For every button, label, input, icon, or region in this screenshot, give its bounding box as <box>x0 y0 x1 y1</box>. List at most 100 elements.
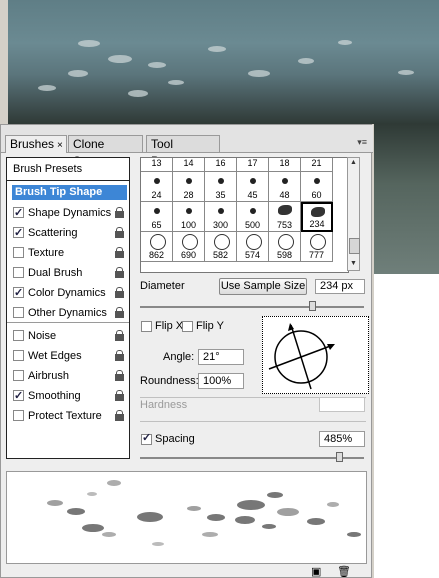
lock-icon[interactable] <box>115 350 124 361</box>
brush-tip-cell[interactable]: 35 <box>205 172 237 202</box>
brush-tip-cell[interactable]: 777 <box>301 232 333 262</box>
shape-dynamics-checkbox[interactable] <box>13 204 24 222</box>
brush-size-label: 862 <box>148 250 165 260</box>
option-airbrush[interactable]: Airbrush <box>7 367 129 385</box>
scroll-up-icon[interactable]: ▲ <box>350 159 357 166</box>
section-divider <box>140 421 366 422</box>
angle-roundness-control[interactable] <box>262 316 369 394</box>
brush-size-label: 24 <box>151 190 162 200</box>
dual-brush-checkbox[interactable] <box>13 267 24 278</box>
brush-tip-cell[interactable]: 48 <box>269 172 301 202</box>
panel-tabbar: Brushes× Clone Source Tool Presets ▾≡ <box>1 125 373 168</box>
flip-y-checkbox[interactable] <box>182 321 193 332</box>
brush-tip-cell[interactable]: 753 <box>269 202 301 232</box>
use-sample-size-button[interactable]: Use Sample Size <box>219 278 307 295</box>
option-color-dynamics[interactable]: Color Dynamics <box>7 284 129 302</box>
panel-divider <box>372 124 374 578</box>
smoothing-checkbox[interactable] <box>13 387 24 405</box>
diameter-field[interactable]: 234 px <box>315 279 365 294</box>
lock-icon[interactable] <box>115 330 124 341</box>
option-scattering[interactable]: Scattering <box>7 224 129 242</box>
lock-icon[interactable] <box>115 370 124 381</box>
scroll-down-icon[interactable]: ▼ <box>350 260 357 267</box>
roundness-label: Roundness: <box>140 375 199 387</box>
brush-tip-cell[interactable]: 500 <box>237 202 269 232</box>
brush-size-label: 28 <box>183 190 194 200</box>
brush-size-label[interactable]: 21 <box>301 158 333 172</box>
diameter-slider[interactable] <box>140 306 364 308</box>
brush-tip-cell[interactable]: 574 <box>237 232 269 262</box>
brush-tip-cell[interactable]: 598 <box>269 232 301 262</box>
airbrush-checkbox[interactable] <box>13 370 24 381</box>
brush-size-label: 35 <box>215 190 226 200</box>
lock-icon[interactable] <box>115 247 124 258</box>
spacing-field[interactable]: 485% <box>319 431 365 447</box>
option-shape-dynamics[interactable]: Shape Dynamics <box>7 204 129 222</box>
texture-checkbox[interactable] <box>13 247 24 258</box>
brush-presets-item[interactable]: Brush Presets <box>7 158 129 181</box>
brush-grid-scrollbar[interactable]: ▲ ▼ <box>347 157 360 271</box>
roundness-field[interactable]: 100% <box>198 373 244 389</box>
angle-field[interactable]: 21° <box>198 349 244 365</box>
lock-icon[interactable] <box>115 267 124 278</box>
option-texture[interactable]: Texture <box>7 244 129 262</box>
color-dynamics-checkbox[interactable] <box>13 284 24 302</box>
option-smoothing[interactable]: Smoothing <box>7 387 129 405</box>
canvas-blank-area <box>372 274 439 578</box>
scroll-thumb[interactable] <box>349 238 360 254</box>
protect-texture-checkbox[interactable] <box>13 410 24 421</box>
brush-size-label[interactable]: 13 <box>141 158 173 172</box>
close-icon[interactable]: × <box>57 140 63 151</box>
brush-tip-shape-item[interactable]: Brush Tip Shape <box>12 185 127 200</box>
tab-tool-presets[interactable]: Tool Presets <box>146 135 220 168</box>
panel-menu-icon[interactable]: ▾≡ <box>357 137 367 148</box>
option-protect-texture[interactable]: Protect Texture <box>7 407 129 425</box>
brush-tip-cell-selected[interactable]: 234 <box>301 202 333 232</box>
spacing-checkbox[interactable] <box>141 431 152 445</box>
option-noise[interactable]: Noise <box>7 327 129 345</box>
lock-icon[interactable] <box>115 287 124 298</box>
brush-size-label[interactable]: 18 <box>269 158 301 172</box>
brush-size-label: 500 <box>244 220 261 230</box>
trash-icon[interactable]: 🗑 <box>337 565 351 578</box>
option-dual-brush[interactable]: Dual Brush <box>7 264 129 282</box>
option-other-dynamics[interactable]: Other Dynamics <box>7 304 129 322</box>
brush-tip-cell[interactable]: 24 <box>141 172 173 202</box>
wet-edges-checkbox[interactable] <box>13 350 24 361</box>
tab-brushes[interactable]: Brushes × <box>5 135 67 153</box>
brush-tip-cell[interactable]: 582 <box>205 232 237 262</box>
tab-clone-source[interactable]: Clone Source <box>68 135 143 168</box>
diameter-slider-knob[interactable] <box>309 301 316 311</box>
new-preset-icon[interactable]: ▣ <box>311 565 321 578</box>
brush-tip-cell[interactable]: 100 <box>173 202 205 232</box>
brush-tip-cell[interactable]: 862 <box>141 232 173 262</box>
lock-icon[interactable] <box>115 390 124 401</box>
brush-stroke-preview <box>6 471 367 564</box>
brush-tip-cell[interactable]: 45 <box>237 172 269 202</box>
brush-size-label[interactable]: 14 <box>173 158 205 172</box>
brush-tip-grid: 13 14 16 17 18 21 24 28 35 45 48 60 65 1… <box>140 157 349 273</box>
spacing-slider[interactable] <box>140 457 364 459</box>
brush-tip-cell[interactable]: 65 <box>141 202 173 232</box>
tab-brushes-label: Brushes <box>10 137 55 151</box>
option-wet-edges[interactable]: Wet Edges <box>7 347 129 365</box>
lock-icon[interactable] <box>115 410 124 421</box>
brush-tip-cell[interactable]: 60 <box>301 172 333 202</box>
brush-size-label: 65 <box>151 220 162 230</box>
brush-size-label[interactable]: 17 <box>237 158 269 172</box>
scattering-checkbox[interactable] <box>13 224 24 242</box>
other-dynamics-checkbox[interactable] <box>13 307 24 318</box>
flip-x-checkbox[interactable] <box>141 321 152 332</box>
hardness-label: Hardness <box>140 399 188 411</box>
noise-checkbox[interactable] <box>13 330 24 341</box>
brush-tip-cell[interactable]: 28 <box>173 172 205 202</box>
spacing-slider-knob[interactable] <box>336 452 343 462</box>
brush-tip-cell[interactable]: 690 <box>173 232 205 262</box>
angle-label: Angle: <box>163 351 195 363</box>
lock-icon[interactable] <box>115 207 124 218</box>
brush-size-label: 234 <box>309 219 325 229</box>
brush-size-label[interactable]: 16 <box>205 158 237 172</box>
brush-tip-cell[interactable]: 300 <box>205 202 237 232</box>
lock-icon[interactable] <box>115 307 124 318</box>
lock-icon[interactable] <box>115 227 124 238</box>
